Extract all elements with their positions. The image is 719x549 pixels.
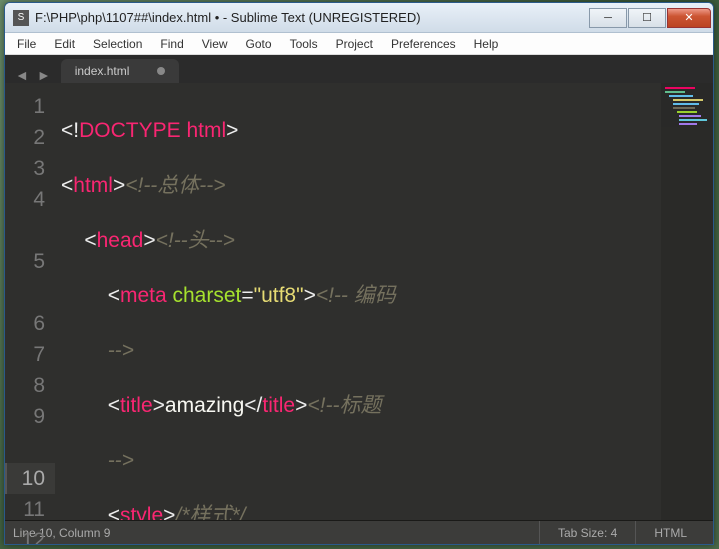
- menu-find[interactable]: Find: [152, 35, 191, 53]
- tabbar: ◄ ► index.html: [5, 55, 713, 83]
- app-window: S F:\PHP\php\1107##\index.html • - Subli…: [4, 2, 714, 545]
- menu-edit[interactable]: Edit: [46, 35, 83, 53]
- menu-selection[interactable]: Selection: [85, 35, 150, 53]
- tab-next-icon[interactable]: ►: [33, 67, 55, 83]
- status-tabsize[interactable]: Tab Size: 4: [539, 521, 635, 544]
- gutter-line: 9: [5, 401, 45, 463]
- gutter-line: 1: [5, 91, 45, 122]
- status-position: Line 10, Column 9: [13, 526, 539, 540]
- code-line: <head><!--头-->: [61, 225, 713, 256]
- minimap[interactable]: [661, 83, 713, 520]
- menu-file[interactable]: File: [9, 35, 44, 53]
- code-line: <html><!--总体-->: [61, 170, 713, 201]
- gutter-line: 5: [5, 246, 45, 308]
- gutter-line: 2: [5, 122, 45, 153]
- gutter-line: 3: [5, 153, 45, 184]
- code-line: <meta charset="utf8"><!-- 编码: [61, 280, 713, 311]
- menubar: File Edit Selection Find View Goto Tools…: [5, 33, 713, 55]
- menu-preferences[interactable]: Preferences: [383, 35, 464, 53]
- tab-modified-icon: [157, 67, 165, 75]
- gutter-line: 7: [5, 339, 45, 370]
- maximize-button[interactable]: ☐: [628, 8, 666, 28]
- code-line: <title>amazing</title><!--标题: [61, 390, 713, 421]
- code-line: -->: [61, 445, 713, 476]
- menu-help[interactable]: Help: [466, 35, 507, 53]
- menu-view[interactable]: View: [194, 35, 236, 53]
- menu-project[interactable]: Project: [328, 35, 381, 53]
- tab-index[interactable]: index.html: [61, 59, 180, 83]
- window-controls: ─ ☐ ✕: [589, 8, 711, 28]
- code-line: -->: [61, 335, 713, 366]
- gutter-line: 8: [5, 370, 45, 401]
- titlebar[interactable]: S F:\PHP\php\1107##\index.html • - Subli…: [5, 3, 713, 33]
- line-gutter: 1 2 3 4 5 6 7 8 9 10 11 12: [5, 83, 55, 520]
- code-area[interactable]: <!DOCTYPE html> <html><!--总体--> <head><!…: [55, 83, 713, 520]
- gutter-line: 4: [5, 184, 45, 246]
- tab-label: index.html: [75, 64, 130, 78]
- editor[interactable]: 1 2 3 4 5 6 7 8 9 10 11 12 <!DOCTYPE htm…: [5, 83, 713, 520]
- menu-goto[interactable]: Goto: [238, 35, 280, 53]
- gutter-line-current: 10: [5, 463, 55, 494]
- code-line: <style>/*样式*/: [61, 500, 713, 520]
- code-line: <!DOCTYPE html>: [61, 115, 713, 146]
- tab-prev-icon[interactable]: ◄: [11, 67, 33, 83]
- close-button[interactable]: ✕: [667, 8, 711, 28]
- app-icon: S: [13, 10, 29, 26]
- statusbar: Line 10, Column 9 Tab Size: 4 HTML: [5, 520, 713, 544]
- window-title: F:\PHP\php\1107##\index.html • - Sublime…: [35, 10, 589, 25]
- gutter-line: 12: [5, 525, 45, 545]
- gutter-line: 6: [5, 308, 45, 339]
- minimize-button[interactable]: ─: [589, 8, 627, 28]
- menu-tools[interactable]: Tools: [282, 35, 326, 53]
- gutter-line: 11: [5, 494, 45, 525]
- status-language[interactable]: HTML: [635, 521, 705, 544]
